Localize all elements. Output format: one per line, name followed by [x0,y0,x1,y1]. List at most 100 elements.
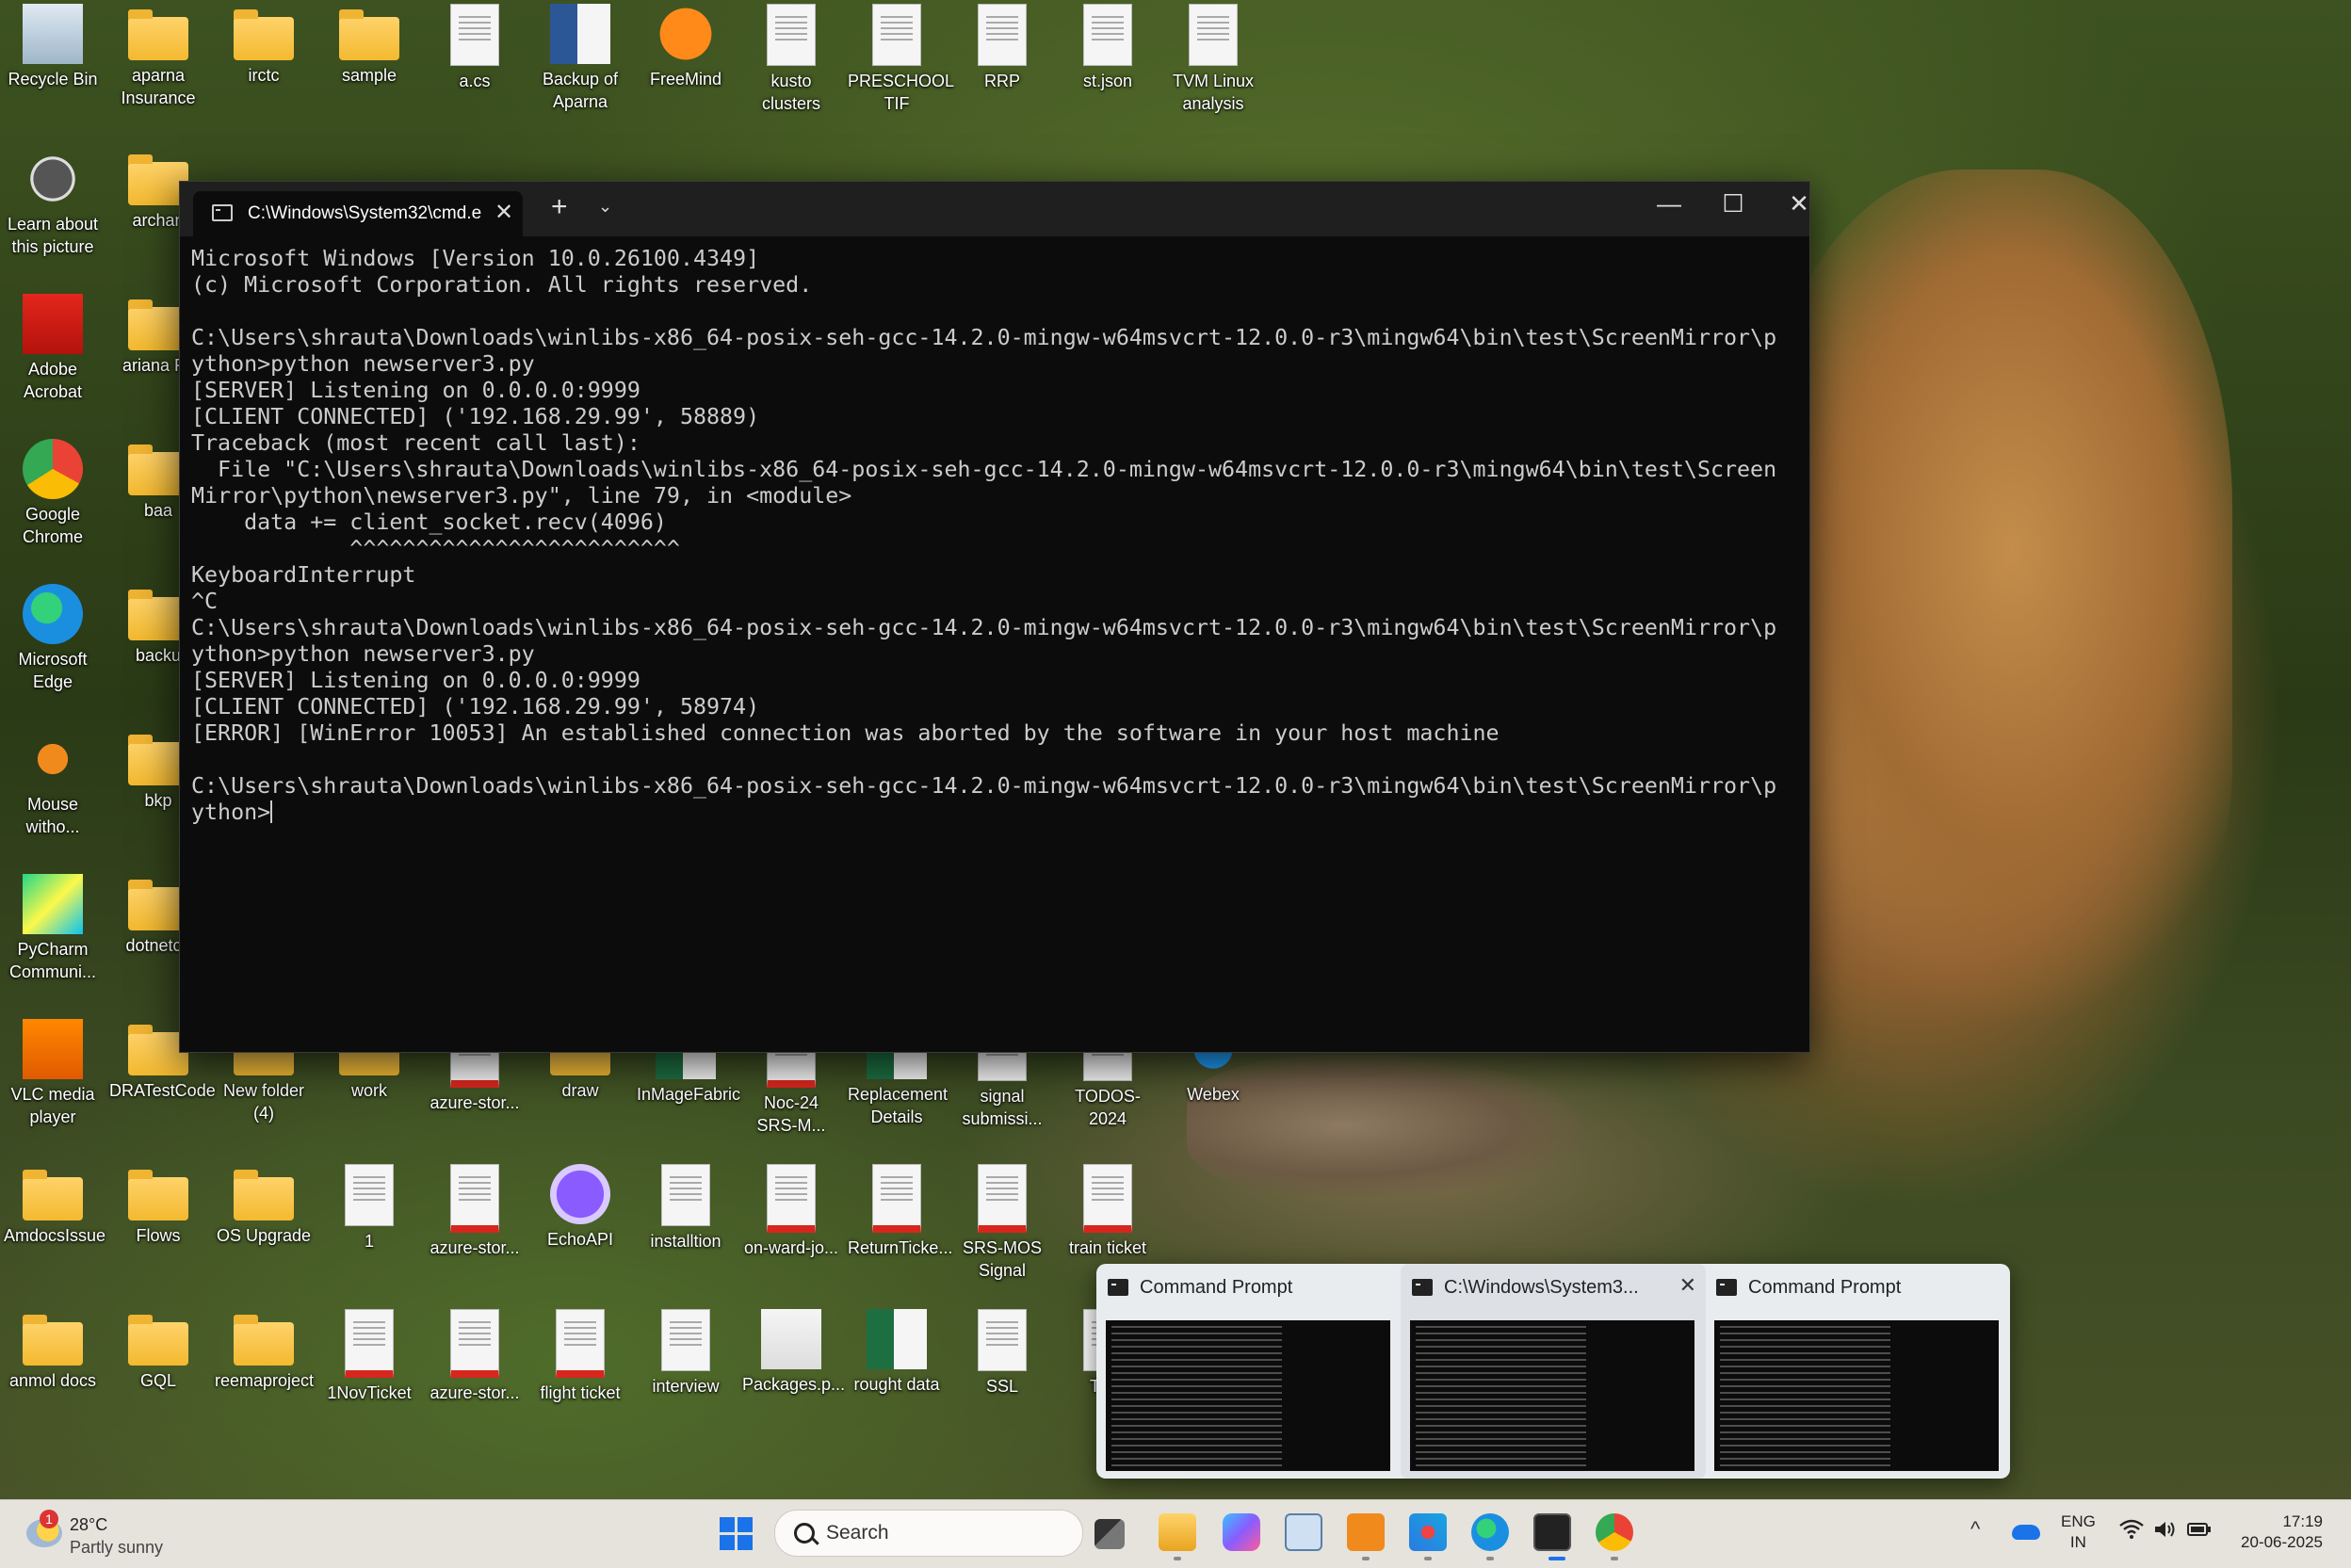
desktop-shortcut[interactable]: PyCharm Communi... [4,874,102,983]
minimize-button[interactable]: — [1646,189,1693,218]
console-output[interactable]: Microsoft Windows [Version 10.0.26100.43… [191,246,1791,1043]
desktop-shortcut[interactable]: irctc [215,4,313,87]
desktop-shortcut[interactable]: Adobe Acrobat [4,294,102,403]
document-icon [1083,4,1132,66]
thumbnail-cmd-active[interactable]: C:\Windows\System3... ✕ [1401,1264,1706,1479]
desktop-shortcut[interactable]: OS Upgrade [215,1164,313,1247]
terminal-window[interactable]: C:\Windows\System32\cmd.e ✕ + ⌄ — ☐ ✕ Mi… [179,181,1810,1053]
desktop-shortcut[interactable]: on-ward-jo... [742,1164,840,1259]
terminal-titlebar[interactable]: C:\Windows\System32\cmd.e ✕ + ⌄ — ☐ ✕ [180,182,1809,236]
desktop-shortcut[interactable]: VLC media player [4,1019,102,1128]
terminal-tab-title: C:\Windows\System32\cmd.e [248,203,482,223]
desktop-shortcut[interactable]: flight ticket [531,1309,629,1404]
new-tab-button[interactable]: + [551,191,568,223]
desktop-shortcut[interactable]: reemaproject [215,1309,315,1392]
desktop-shortcut[interactable]: Backup of Aparna [531,4,629,113]
desktop-shortcut[interactable]: Packages.p... [742,1309,845,1396]
window-app-icon[interactable] [1285,1513,1322,1551]
desktop-shortcut[interactable]: FreeMind [637,4,735,90]
desktop-shortcut[interactable]: Flows [109,1164,207,1247]
folder-icon [234,1315,294,1366]
console-line-text: File "C:\Users\shrauta\Downloads\winlibs… [191,457,1777,482]
desktop-shortcut-label: TODOS-2024 [1075,1087,1141,1128]
desktop-shortcut[interactable]: ReturnTicke... [848,1164,952,1259]
console-line: Microsoft Windows [Version 10.0.26100.43… [191,246,1791,272]
volume-icon[interactable] [2153,1519,2178,1540]
desktop-shortcut[interactable]: train ticket [1059,1164,1157,1259]
console-line: C:\Users\shrauta\Downloads\winlibs-x86_6… [191,773,1791,800]
desktop-shortcut[interactable]: sample [320,4,418,87]
desktop-shortcut[interactable]: SRS-MOS Signal [953,1164,1051,1282]
input-language-indicator[interactable]: ENG IN [2061,1511,2096,1553]
folder-icon [23,1170,83,1220]
desktop-shortcut[interactable]: azure-stor... [426,1309,524,1404]
desktop-shortcut-label: EchoAPI [546,1230,614,1249]
document-icon [872,4,921,66]
desktop-shortcut[interactable]: PRESCHOOL TIF [848,4,954,115]
desktop-shortcut[interactable]: st.json [1059,4,1157,92]
maximize-button[interactable]: ☐ [1710,189,1757,218]
chrome-icon[interactable] [1596,1513,1633,1551]
thumbnail-close-icon[interactable]: ✕ [1679,1273,1696,1298]
task-view-icon[interactable] [1094,1519,1125,1549]
start-button[interactable] [720,1517,754,1551]
desktop-shortcut[interactable]: a.cs [426,4,524,92]
thumbnail-preview [1714,1320,1999,1471]
folder-icon [128,9,188,60]
acrobat-icon [23,294,83,354]
terminal-icon[interactable] [1533,1513,1571,1551]
snipping-tool-icon[interactable] [1409,1513,1447,1551]
desktop-shortcut[interactable]: SSL [953,1309,1051,1398]
folder-icon [128,1170,188,1220]
desktop-shortcut[interactable]: RRP [953,4,1051,92]
wifi-icon[interactable] [2119,1519,2144,1540]
console-line-text: (c) Microsoft Corporation. All rights re… [191,272,813,298]
desktop-shortcut-label: train ticket [1068,1238,1147,1257]
system-clock[interactable]: 17:19 20-06-2025 [2223,1511,2323,1553]
windows-logo-tile [738,1517,753,1532]
desktop-shortcut[interactable]: anmol docs [4,1309,102,1392]
desktop-shortcut[interactable]: 1 [320,1164,418,1253]
desktop-shortcut[interactable]: interview [637,1309,735,1398]
desktop-shortcut[interactable]: rought data [848,1309,946,1396]
search-placeholder: Search [826,1522,889,1544]
desktop-shortcut[interactable]: Microsoft Edge [4,584,102,693]
thumbnail-command-prompt-2[interactable]: Command Prompt [1705,1264,2010,1479]
tab-dropdown-button[interactable]: ⌄ [598,197,612,217]
thumbnail-command-prompt-1[interactable]: Command Prompt [1096,1264,1402,1479]
desktop-shortcut[interactable]: AmdocsIssue [4,1164,105,1247]
console-line-text: ython>python newserver3.py [191,641,535,667]
tray-overflow-chevron-icon[interactable]: ^ [1970,1517,1980,1542]
thumbnail-preview [1410,1320,1694,1471]
terminal-tab[interactable]: C:\Windows\System32\cmd.e ✕ [193,191,523,236]
desktop-shortcut[interactable]: kusto clusters [742,4,840,115]
tab-close-button[interactable]: ✕ [495,199,513,226]
desktop-shortcut[interactable]: EchoAPI [531,1164,629,1251]
desktop-shortcut[interactable]: GQL [109,1309,207,1392]
desktop-shortcut[interactable]: Mouse witho... [4,729,102,838]
window-close-button[interactable]: ✕ [1775,189,1823,218]
clock-date: 20-06-2025 [2241,1533,2323,1551]
onedrive-icon[interactable] [2012,1525,2040,1540]
desktop-shortcut[interactable]: aparna Insurance [109,4,207,109]
battery-icon[interactable] [2187,1519,2212,1540]
desktop-shortcut[interactable]: 1NovTicket [320,1309,418,1404]
desktop-shortcut[interactable]: azure-stor... [426,1164,524,1259]
folder-icon [128,1315,188,1366]
desktop-shortcut[interactable]: installtion [637,1164,735,1253]
document-icon [661,1309,710,1371]
taskbar-search-box[interactable]: Search [774,1510,1083,1557]
edge-icon[interactable] [1471,1513,1509,1551]
desktop-shortcut[interactable]: TVM Linux analysis [1164,4,1262,115]
office-app-icon[interactable] [1347,1513,1385,1551]
desktop-shortcut[interactable]: Learn about this picture [4,149,102,258]
desktop-shortcut-label: reemaproject [215,1371,315,1390]
weather-widget[interactable]: 1 28°C Partly sunny [26,1510,215,1562]
console-line: [SERVER] Listening on 0.0.0.0:9999 [191,668,1791,694]
desktop-shortcut[interactable]: Google Chrome [4,439,102,548]
console-line: File "C:\Users\shrauta\Downloads\winlibs… [191,457,1791,483]
file-explorer-icon[interactable] [1159,1513,1196,1551]
microsoft-365-icon[interactable] [1223,1513,1260,1551]
console-line-text: KeyboardInterrupt [191,562,416,588]
desktop-shortcut[interactable]: Recycle Bin [4,4,102,90]
